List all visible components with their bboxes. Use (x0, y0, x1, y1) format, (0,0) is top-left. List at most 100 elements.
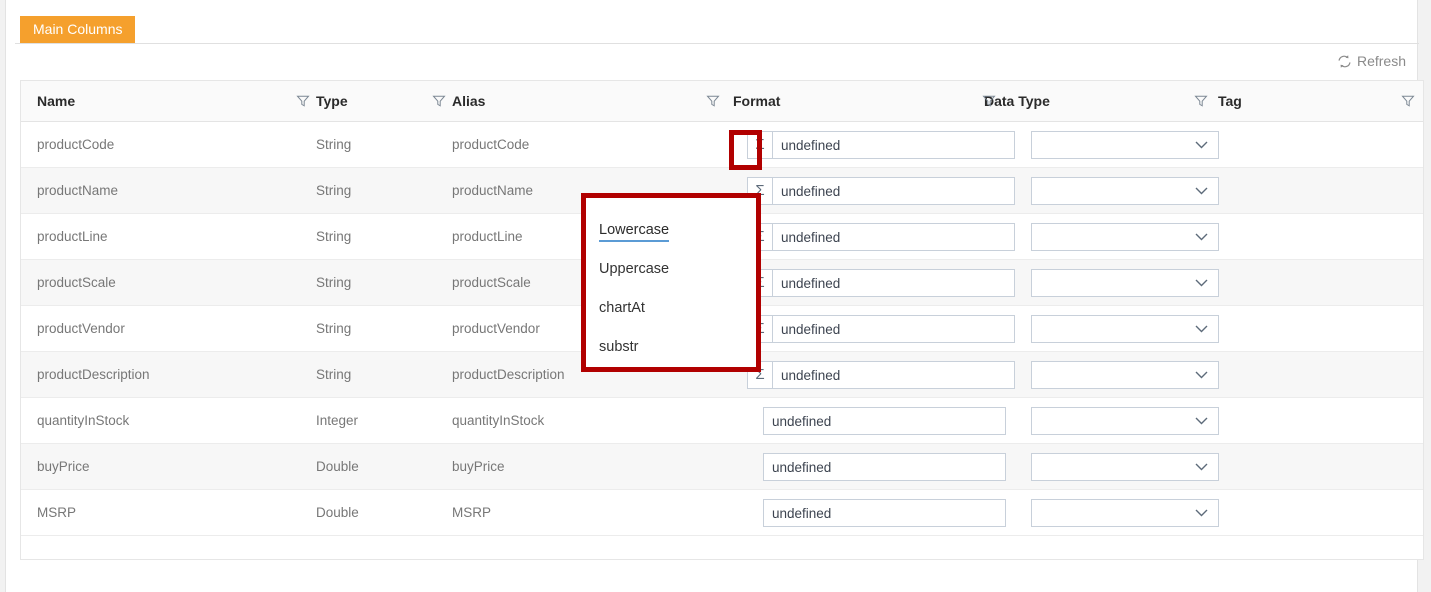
format-input[interactable] (772, 361, 1015, 389)
table-row: buyPrice Double buyPrice (21, 444, 1423, 490)
column-header-format[interactable]: Format (733, 81, 993, 121)
cell-name: MSRP (37, 505, 77, 520)
refresh-icon (1337, 54, 1352, 69)
column-header-name-label: Name (37, 93, 76, 109)
cell-alias: productCode (452, 137, 530, 152)
format-input[interactable] (772, 223, 1015, 251)
refresh-button[interactable]: Refresh (1337, 51, 1406, 71)
cell-tag (1218, 122, 1398, 167)
data-type-select[interactable] (1031, 407, 1219, 435)
chevron-down-icon (1195, 233, 1208, 241)
format-cell (763, 499, 1006, 527)
table-row: MSRP Double MSRP (21, 490, 1423, 536)
column-header-name[interactable]: Name (37, 81, 297, 121)
cell-alias: MSRP (452, 505, 492, 520)
cell-name: productName (37, 183, 119, 198)
table-row: quantityInStock Integer quantityInStock (21, 398, 1423, 444)
cell-type: Integer (316, 413, 359, 428)
format-input[interactable] (772, 177, 1015, 205)
cell-name: productCode (37, 137, 115, 152)
chevron-down-icon (1195, 417, 1208, 425)
table-header-row: Name Type Alias Format Data Type Tag (21, 81, 1423, 122)
format-cell: Σ (747, 177, 1015, 205)
column-header-tag[interactable]: Tag (1218, 81, 1398, 121)
data-type-select[interactable] (1031, 269, 1219, 297)
cell-type: String (316, 137, 352, 152)
format-input[interactable] (772, 315, 1015, 343)
cell-type: Double (316, 505, 359, 520)
cell-type: String (316, 183, 352, 198)
data-type-select[interactable] (1031, 315, 1219, 343)
filter-icon-type[interactable] (432, 94, 446, 108)
column-header-tag-label: Tag (1218, 93, 1242, 109)
filter-icon-data-type[interactable] (1194, 94, 1208, 108)
chevron-down-icon (1195, 371, 1208, 379)
format-function-dropdown[interactable]: Lowercase Uppercase chartAt substr (581, 193, 761, 372)
cell-type: String (316, 367, 352, 382)
format-cell (763, 407, 1006, 435)
cell-tag (1218, 260, 1398, 305)
filter-icon-format[interactable] (982, 94, 996, 108)
format-cell (763, 453, 1006, 481)
format-input[interactable] (763, 407, 1006, 435)
cell-alias: buyPrice (452, 459, 505, 474)
cell-alias: quantityInStock (452, 413, 545, 428)
data-type-select[interactable] (1031, 361, 1219, 389)
filter-icon-name[interactable] (296, 94, 310, 108)
sigma-function-button[interactable]: Σ (747, 131, 772, 159)
format-input[interactable] (772, 269, 1015, 297)
data-type-select[interactable] (1031, 499, 1219, 527)
chevron-down-icon (1195, 141, 1208, 149)
format-input[interactable] (763, 453, 1006, 481)
column-header-type[interactable]: Type (316, 81, 436, 121)
chevron-down-icon (1195, 279, 1208, 287)
data-type-select[interactable] (1031, 177, 1219, 205)
cell-type: String (316, 275, 352, 290)
chevron-down-icon (1195, 463, 1208, 471)
cell-tag (1218, 168, 1398, 213)
cell-type: Double (316, 459, 359, 474)
tab-main-columns-label: Main Columns (33, 21, 123, 37)
chevron-down-icon (1195, 325, 1208, 333)
format-input[interactable] (763, 499, 1006, 527)
format-cell: Σ (747, 269, 1015, 297)
format-cell: Σ (747, 223, 1015, 251)
filter-icon-tag[interactable] (1401, 94, 1415, 108)
cell-name: productScale (37, 275, 116, 290)
cell-name: quantityInStock (37, 413, 130, 428)
format-cell: Σ (747, 131, 1015, 159)
chevron-down-icon (1195, 509, 1208, 517)
dropdown-item-lowercase[interactable]: Lowercase (599, 222, 670, 242)
cell-name: productVendor (37, 321, 125, 336)
refresh-label: Refresh (1356, 53, 1406, 69)
cell-type: String (316, 229, 352, 244)
cell-name: buyPrice (37, 459, 90, 474)
cell-tag (1218, 214, 1398, 259)
column-header-data-type[interactable]: Data Type (984, 81, 1184, 121)
column-header-alias-label: Alias (452, 93, 486, 109)
format-cell: Σ (747, 361, 1015, 389)
table-empty-area (21, 536, 1423, 559)
cell-tag (1218, 306, 1398, 351)
data-type-select[interactable] (1031, 453, 1219, 481)
column-header-alias[interactable]: Alias (452, 81, 712, 121)
cell-name: productDescription (37, 367, 150, 382)
column-header-type-label: Type (316, 93, 348, 109)
format-cell: Σ (747, 315, 1015, 343)
format-input[interactable] (772, 131, 1015, 159)
dropdown-item-chartat[interactable]: chartAt (599, 300, 645, 316)
tab-main-columns[interactable]: Main Columns (20, 16, 136, 43)
tab-strip: Main Columns (15, 16, 1419, 44)
table-toolbar: Refresh (20, 45, 1424, 77)
dropdown-item-uppercase[interactable]: Uppercase (599, 261, 669, 277)
data-type-select[interactable] (1031, 131, 1219, 159)
cell-tag (1218, 398, 1398, 443)
application-window: Main Columns Refresh Name Type Alias For… (0, 0, 1431, 592)
dropdown-item-substr[interactable]: substr (599, 339, 639, 355)
data-type-select[interactable] (1031, 223, 1219, 251)
cell-tag (1218, 444, 1398, 489)
cell-type: String (316, 321, 352, 336)
filter-icon-alias[interactable] (706, 94, 720, 108)
cell-tag (1218, 490, 1398, 535)
cell-name: productLine (37, 229, 108, 244)
